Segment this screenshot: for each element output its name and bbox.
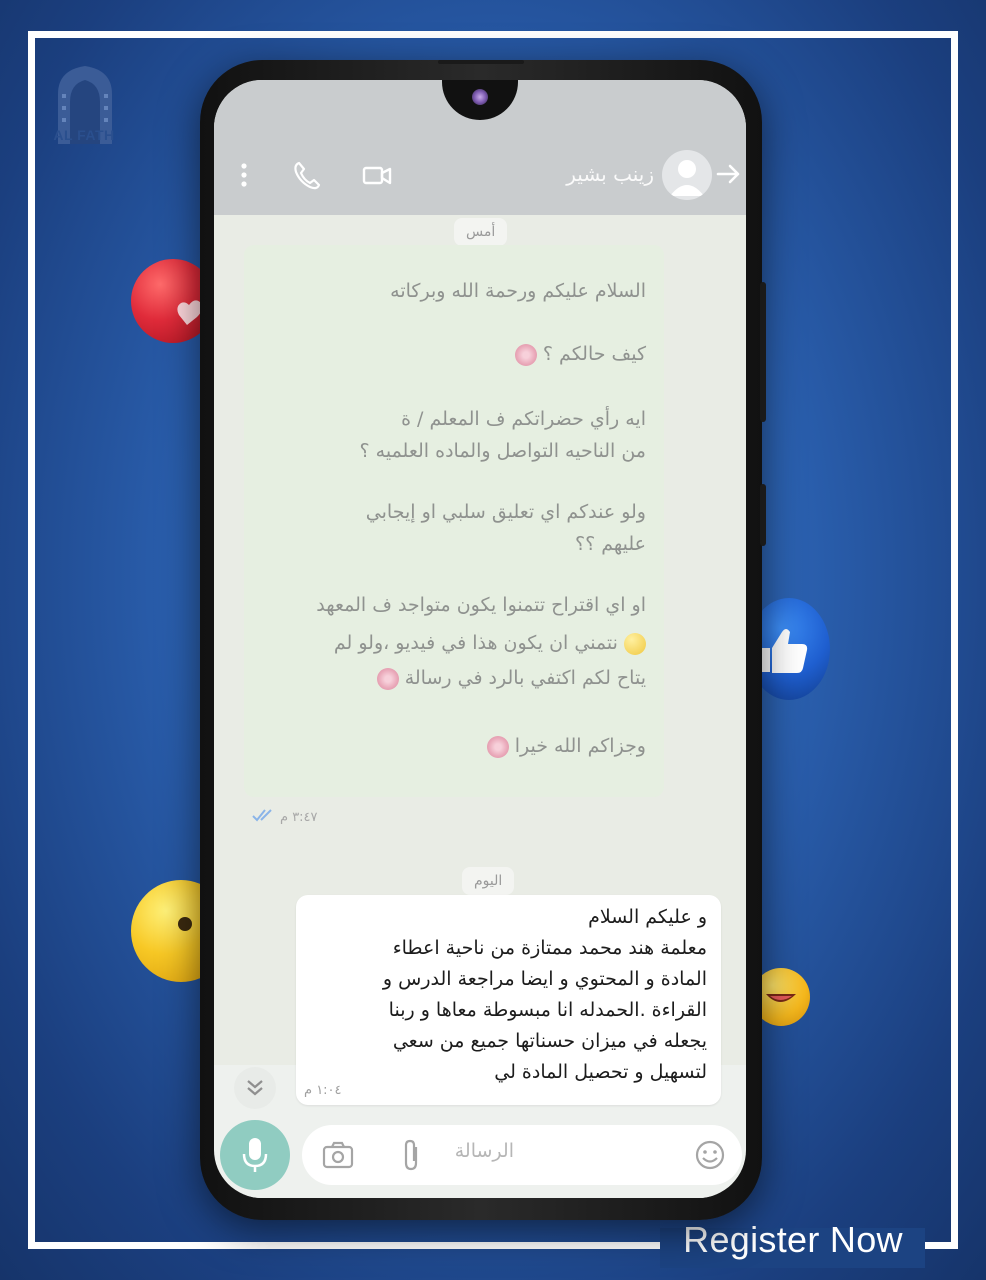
message-line: و عليكم السلام xyxy=(588,906,707,928)
speaker-grille xyxy=(438,60,524,64)
message-line: من الناحيه التواصل والماده العلميه ؟ xyxy=(359,440,646,462)
message-line: السلام عليكم ورحمة الله وبركاته xyxy=(390,280,646,302)
message-line: لتسهيل و تحصيل المادة لي xyxy=(494,1061,707,1083)
message-line: عليهم ؟؟ xyxy=(575,533,646,555)
logo-text: AL FATH xyxy=(53,127,115,143)
back-arrow-icon[interactable] xyxy=(714,160,742,188)
outgoing-message[interactable]: السلام عليكم ورحمة الله وبركاته كيف حالك… xyxy=(244,245,664,797)
message-line: كيف حالكم ؟ xyxy=(514,338,646,370)
more-menu-icon[interactable] xyxy=(232,160,256,190)
message-line: المادة و المحتوي و ايضا مراجعة الدرس و xyxy=(382,968,707,990)
scroll-down-button[interactable] xyxy=(234,1067,276,1109)
chat-header: زينب بشير xyxy=(214,80,746,215)
message-line: ايه رأي حضراتكم ف المعلم / ة xyxy=(401,408,646,430)
mic-button[interactable] xyxy=(220,1120,290,1190)
message-line: وجزاكم الله خيرا xyxy=(486,730,646,762)
message-time: ٣:٤٧ م xyxy=(280,810,318,825)
smiley-emoji-icon xyxy=(624,632,646,655)
emoji-icon[interactable] xyxy=(694,1139,726,1171)
message-line: ولو عندكم اي تعليق سلبي او إيجابي xyxy=(365,501,646,523)
message-line: القراءة .الحمدله انا مبسوطة معاها و ربنا xyxy=(388,999,707,1021)
mic-icon xyxy=(242,1138,268,1172)
power-button xyxy=(760,484,766,546)
flower-emoji-icon xyxy=(376,667,399,690)
date-chip-yesterday: أمس xyxy=(454,218,508,246)
contact-name[interactable]: زينب بشير xyxy=(514,162,654,186)
message-line: معلمة هند محمد ممتازة من ناحية اعطاء xyxy=(392,937,707,959)
flower-emoji-icon xyxy=(514,343,537,366)
avatar-icon[interactable] xyxy=(662,150,712,200)
date-chip-today: اليوم xyxy=(462,867,515,895)
system-nav-bar xyxy=(214,1195,746,1198)
volume-button xyxy=(760,282,766,422)
front-camera xyxy=(472,89,488,105)
camera-icon[interactable] xyxy=(322,1140,354,1170)
message-line: يتاح لكم اكتفي بالرد في رسالة xyxy=(376,662,646,694)
chevron-down-icon xyxy=(247,1080,263,1096)
register-now-button[interactable]: Register Now xyxy=(662,1218,924,1262)
flower-emoji-icon xyxy=(486,735,509,758)
chat-area[interactable]: أمس السلام عليكم ورحمة الله وبركاته كيف … xyxy=(214,215,746,1105)
message-input[interactable]: الرسالة xyxy=(364,1140,514,1162)
phone-call-icon[interactable] xyxy=(292,160,322,190)
phone-screen: زينب بشير أمس السلام عليكم ورحمة الله وب… xyxy=(214,80,746,1198)
message-line: نتمني ان يكون هذا في فيديو ،ولو لم xyxy=(334,627,646,659)
message-time: ١:٠٤ م xyxy=(304,1083,342,1098)
phone-device: زينب بشير أمس السلام عليكم ورحمة الله وب… xyxy=(200,60,766,1220)
video-call-icon[interactable] xyxy=(362,160,392,190)
incoming-message[interactable]: و عليكم السلام معلمة هند محمد ممتازة من … xyxy=(296,895,721,1105)
read-receipt-icon xyxy=(252,809,272,822)
message-line: او اي اقتراح تتمنوا يكون متواجد ف المعهد xyxy=(316,594,646,616)
message-line: يجعله في ميزان حسناتها جميع من سعي xyxy=(392,1030,707,1052)
